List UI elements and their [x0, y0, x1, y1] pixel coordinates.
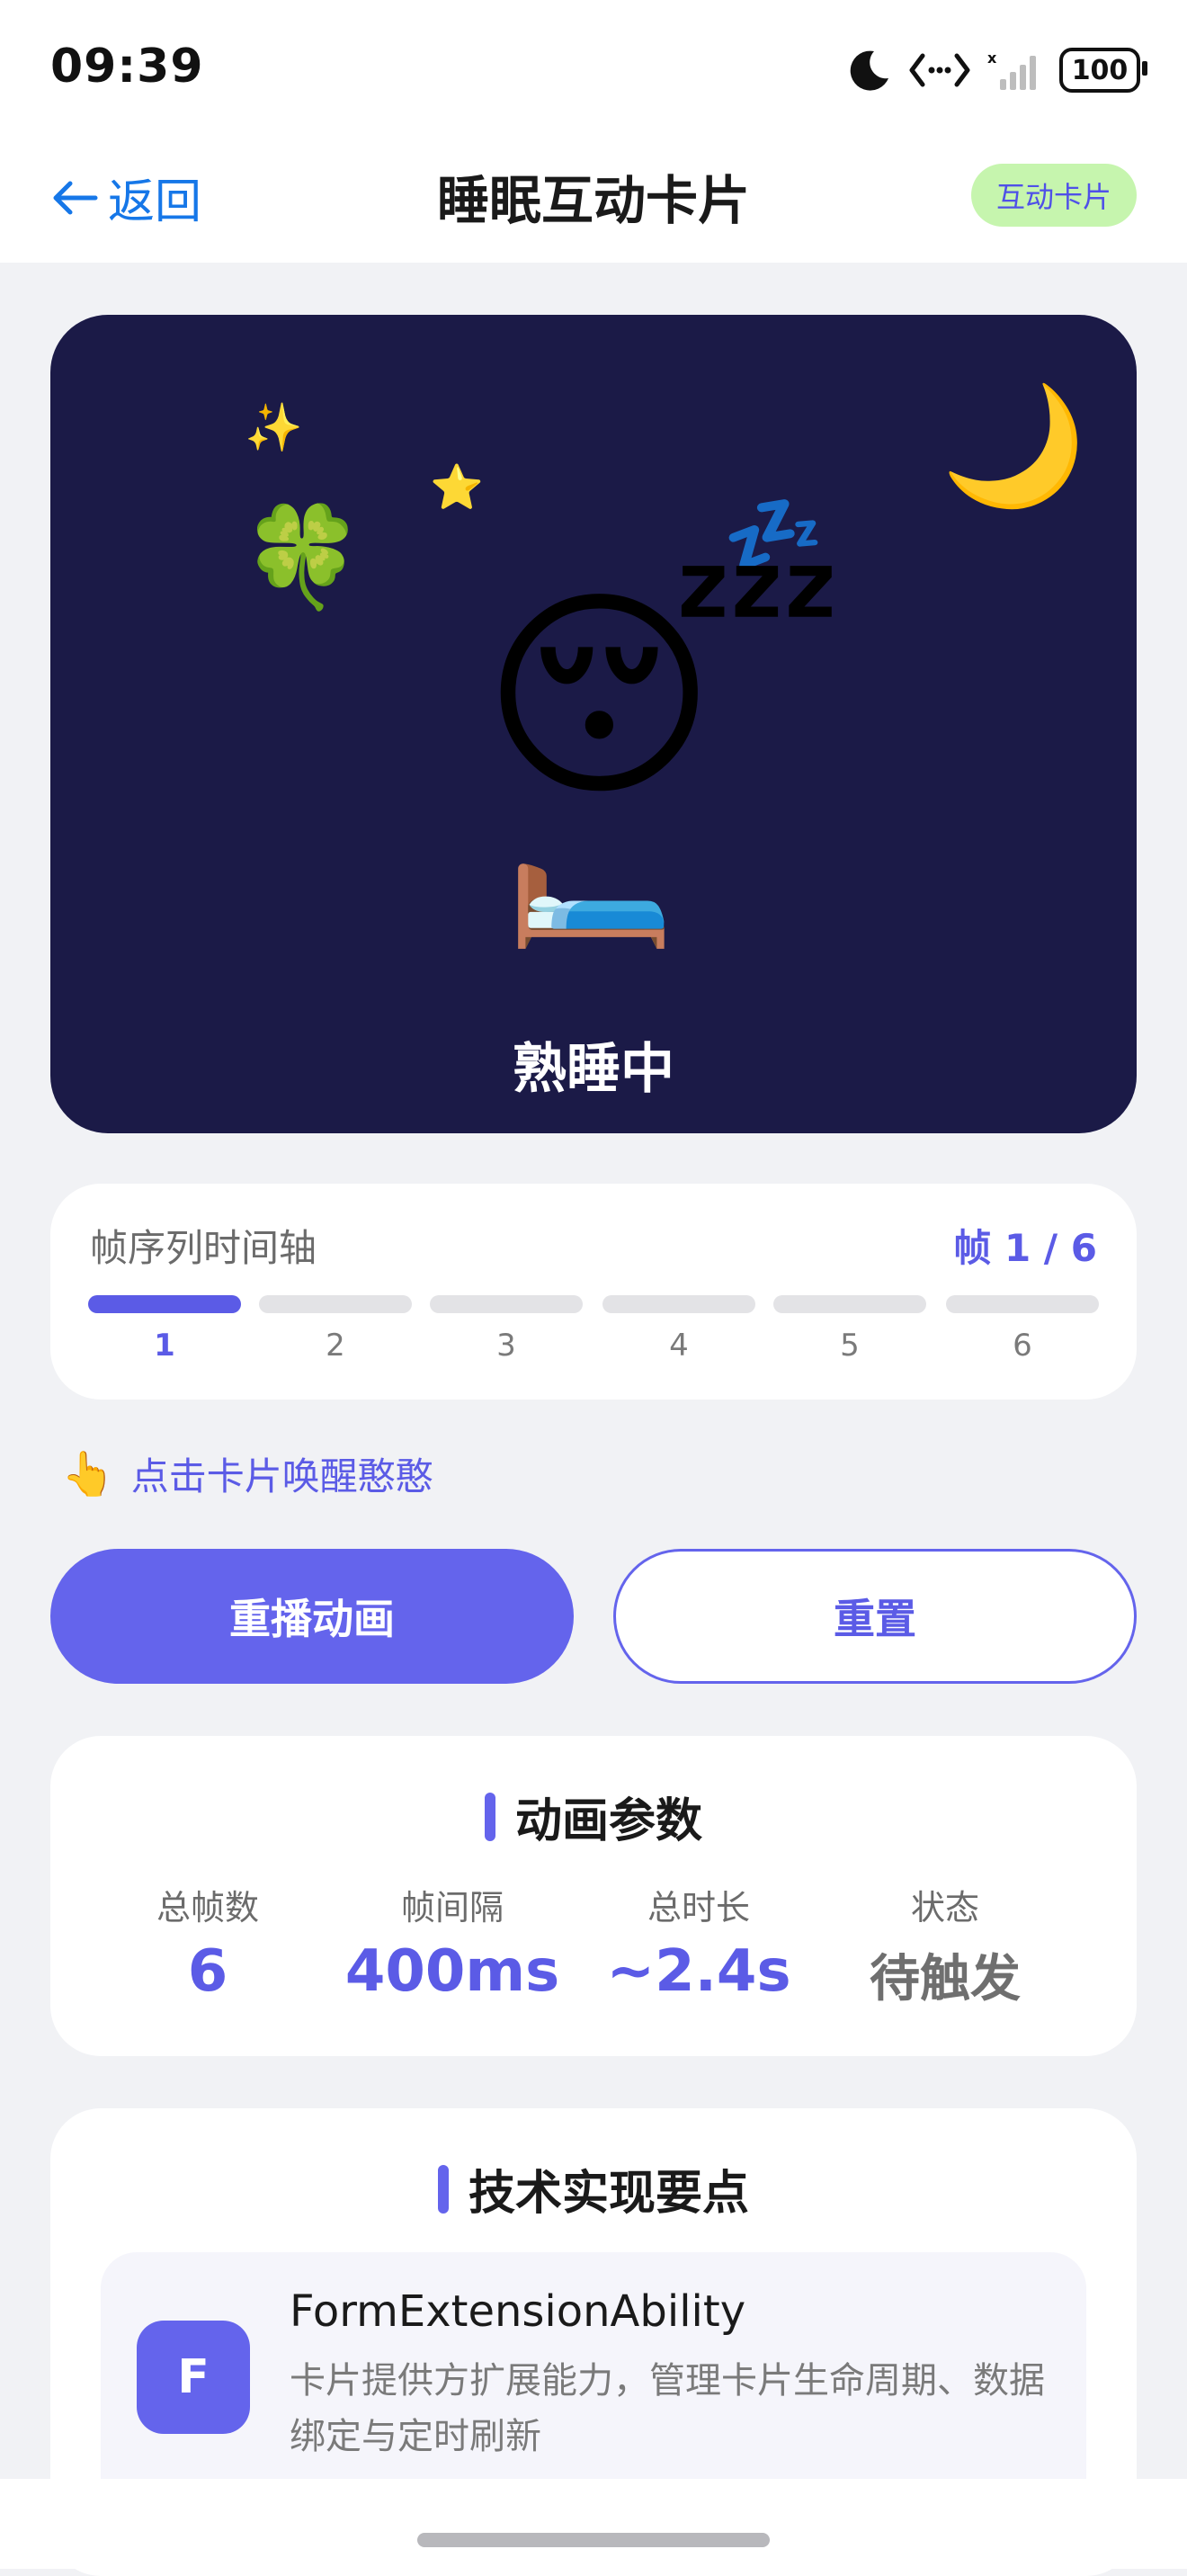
sparkles-icon: ✨	[245, 401, 303, 455]
params-header: 动画参数	[50, 1783, 1137, 1850]
status-icons: x 100	[847, 43, 1147, 97]
frame-number: 6	[1013, 1328, 1032, 1364]
frame-segment-3	[430, 1295, 583, 1313]
frame-number: 4	[669, 1328, 689, 1364]
clover-icon: 🍀	[241, 499, 364, 614]
signal-icon: x	[987, 49, 1036, 90]
nav-bar: 返回 睡眠互动卡片 互动卡片	[0, 135, 1187, 263]
stat-frame-interval: 帧间隔 400ms	[322, 1880, 583, 2005]
sleep-card[interactable]: ✨ ⭐ 🍀 🌙 💤 😴 🛏️ 熟睡中	[50, 315, 1137, 1133]
replay-button[interactable]: 重播动画	[50, 1549, 574, 1684]
frame-segment-2	[259, 1295, 412, 1313]
stat-value: 6	[187, 1938, 228, 2005]
stat-value: 400ms	[344, 1938, 560, 2005]
stat-label: 帧间隔	[400, 1888, 504, 1928]
reset-button[interactable]: 重置	[613, 1549, 1137, 1684]
bed-icon: 🛏️	[507, 797, 675, 953]
star-icon: ⭐	[430, 462, 484, 513]
timeline-title: 帧序列时间轴	[90, 1226, 317, 1270]
link-icon	[909, 53, 970, 87]
frame-number: 2	[326, 1328, 345, 1364]
frame-number: 1	[154, 1328, 175, 1364]
frame-segment-4	[602, 1295, 755, 1313]
tech-item-name: FormExtensionAbility	[290, 2286, 746, 2337]
stat-label: 状态	[910, 1888, 979, 1928]
tech-item-desc: 卡片提供方扩展能力，管理卡片生命周期、数据绑定与定时刷新	[290, 2360, 1045, 2457]
frame-counter: 帧 1 / 6	[953, 1226, 1097, 1270]
frame-segment-6	[946, 1295, 1099, 1313]
tap-hint: 👆 点击卡片唤醒憨憨	[61, 1446, 433, 1501]
hint-text: 点击卡片唤醒憨憨	[130, 1454, 433, 1498]
sleeping-face-icon: 😴	[482, 566, 843, 827]
stat-value: ~2.4s	[606, 1938, 791, 2005]
letter-f-icon: F	[137, 2321, 250, 2434]
battery-level: 100	[1071, 54, 1129, 86]
stat-label: 总时长	[647, 1888, 750, 1928]
status-time: 09:39	[50, 40, 204, 94]
stat-label: 总帧数	[156, 1888, 259, 1928]
frame-number: 3	[496, 1328, 516, 1364]
accent-bar	[437, 2164, 449, 2214]
frame-number: 5	[840, 1328, 860, 1364]
sleep-status-text: 熟睡中	[513, 1038, 674, 1101]
stat-state: 状态 待触发	[815, 1880, 1075, 2011]
bottom-bar	[0, 2479, 1187, 2569]
moon-icon	[850, 50, 888, 91]
stat-total-duration: 总时长 ~2.4s	[568, 1880, 829, 2005]
home-indicator[interactable]	[417, 2533, 770, 2547]
frame-timeline: 帧序列时间轴 帧 1 / 6 1 2 3 4 5 6	[50, 1184, 1137, 1400]
svg-text:x: x	[987, 49, 997, 67]
tech-title: 技术实现要点	[468, 2167, 749, 2221]
stat-total-frames: 总帧数 6	[77, 1880, 338, 2005]
stat-value: 待触发	[870, 1950, 1021, 2008]
battery-icon: 100	[1059, 48, 1147, 93]
animation-params-card: 动画参数 总帧数 6 帧间隔 400ms 总时长 ~2.4s 状态 待触发	[50, 1736, 1137, 2056]
zzz-icon: 💤	[723, 487, 825, 582]
tech-header: 技术实现要点	[50, 2155, 1137, 2223]
params-title: 动画参数	[514, 1794, 702, 1848]
accent-bar	[484, 1792, 495, 1841]
card-type-badge: 互动卡片	[970, 164, 1137, 227]
pointing-finger-icon: 👆	[61, 1448, 115, 1499]
moon-emoji-icon: 🌙	[941, 377, 1086, 514]
frame-segment-5	[773, 1295, 926, 1313]
frame-segment-1	[88, 1295, 241, 1313]
status-bar: 09:39 x 100	[0, 0, 1187, 135]
